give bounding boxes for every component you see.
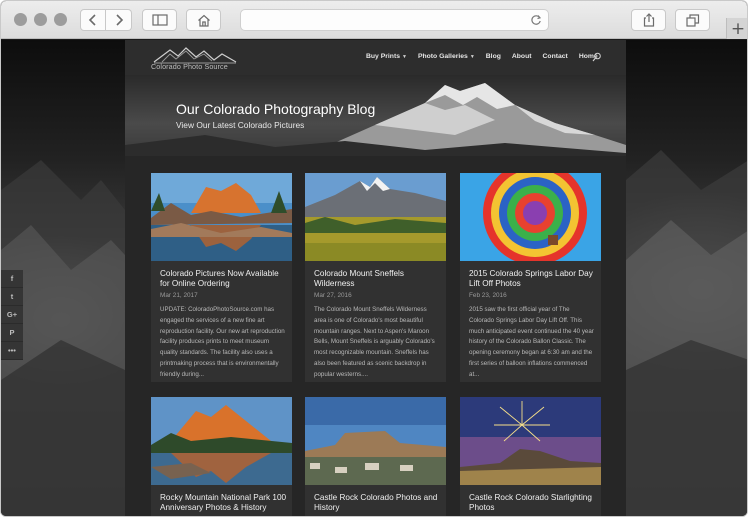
post-thumbnail[interactable] <box>305 397 446 485</box>
post-thumbnail[interactable] <box>151 397 292 485</box>
post-title[interactable]: Rocky Mountain National Park 100 Anniver… <box>160 493 288 513</box>
blog-post-card[interactable]: Rocky Mountain National Park 100 Anniver… <box>151 397 292 516</box>
blog-post-card[interactable]: Castle Rock Colorado Photos and History <box>305 397 446 516</box>
post-thumbnail[interactable] <box>460 397 601 485</box>
logo-text[interactable]: Colorado Photo Source <box>151 62 228 71</box>
google-plus-icon[interactable]: G+ <box>1 306 23 324</box>
chevron-down-icon: ▼ <box>469 54 475 60</box>
post-title[interactable]: Castle Rock Colorado Starlighting Photos <box>469 493 597 513</box>
nav-label: Photo Galleries <box>417 53 468 60</box>
back-button[interactable] <box>80 9 106 31</box>
post-title[interactable]: 2015 Colorado Springs Labor Day Lift Off… <box>469 269 597 289</box>
back-icon <box>88 14 96 26</box>
share-button[interactable] <box>631 9 666 31</box>
share-icon <box>643 13 654 27</box>
browser-toolbar <box>1 1 747 39</box>
more-share-icon[interactable]: ••• <box>1 342 23 360</box>
facebook-icon[interactable]: f <box>1 270 23 288</box>
chevron-down-icon: ▼ <box>402 54 407 60</box>
page-subtitle: View Our Latest Colorado Pictures <box>176 120 305 130</box>
page-viewport: Colorado Photo Source Buy Prints ▼ Photo … <box>1 40 747 516</box>
search-icon[interactable] <box>592 52 602 62</box>
page-title: Our Colorado Photography Blog <box>176 101 376 117</box>
nav-about[interactable]: About <box>512 53 532 60</box>
tabs-icon <box>685 13 699 27</box>
new-tab-button[interactable]: + <box>726 18 747 39</box>
post-excerpt: The Colorado Mount Sneffels Wilderness a… <box>314 306 435 378</box>
blog-hero-banner: Our Colorado Photography Blog View Our L… <box>125 75 626 156</box>
pinterest-icon[interactable]: P <box>1 324 23 342</box>
close-window-button[interactable] <box>14 13 27 26</box>
post-title[interactable]: Castle Rock Colorado Photos and History <box>314 493 442 513</box>
post-thumbnail[interactable] <box>305 173 446 261</box>
blog-post-card[interactable]: Colorado Pictures Now Available for Onli… <box>151 173 292 382</box>
forward-button[interactable] <box>106 9 132 31</box>
browser-window: + Colorado Photo Source Buy Prints ▼ Pho… <box>0 0 748 517</box>
home-icon <box>197 14 210 27</box>
site-container: Colorado Photo Source Buy Prints ▼ Photo … <box>125 40 626 516</box>
new-tab-icon: + <box>730 18 746 39</box>
nav-buy-prints[interactable]: Buy Prints ▼ <box>366 53 407 60</box>
sidebar-button[interactable] <box>142 9 177 31</box>
nav-photo-galleries[interactable]: Photo Galleries ▼ <box>418 53 475 60</box>
post-excerpt: UPDATE: ColoradoPhotoSource.com has enga… <box>160 306 285 378</box>
post-title[interactable]: Colorado Pictures Now Available for Onli… <box>160 269 288 289</box>
address-bar[interactable] <box>240 9 549 31</box>
tabs-overview-button[interactable] <box>675 9 710 31</box>
zoom-window-button[interactable] <box>54 13 67 26</box>
site-header: Colorado Photo Source Buy Prints ▼ Photo … <box>125 40 626 75</box>
post-date: Mar 21, 2017 <box>160 292 198 299</box>
post-excerpt: 2015 saw the first official year of The … <box>469 306 594 378</box>
forward-icon <box>115 14 123 26</box>
nav-label: Buy Prints <box>366 53 400 60</box>
blog-post-card[interactable]: 2015 Colorado Springs Labor Day Lift Off… <box>460 173 601 382</box>
twitter-icon[interactable]: t <box>1 288 23 306</box>
post-date: Mar 27, 2016 <box>314 292 352 299</box>
home-button[interactable] <box>186 9 221 31</box>
sidebar-icon <box>151 14 168 26</box>
nav-blog[interactable]: Blog <box>486 53 501 60</box>
main-navigation: Buy Prints ▼ Photo Galleries ▼ Blog About … <box>366 53 609 60</box>
social-share-bar: f t G+ P ••• <box>1 270 23 360</box>
blog-post-card[interactable]: Colorado Mount Sneffels Wilderness Mar 2… <box>305 173 446 382</box>
minimize-window-button[interactable] <box>34 13 47 26</box>
post-date: Feb 23, 2016 <box>469 292 507 299</box>
post-thumbnail[interactable] <box>460 173 601 261</box>
post-thumbnail[interactable] <box>151 173 292 261</box>
post-title[interactable]: Colorado Mount Sneffels Wilderness <box>314 269 442 289</box>
blog-post-card[interactable]: Castle Rock Colorado Starlighting Photos <box>460 397 601 516</box>
reload-icon[interactable] <box>530 14 542 26</box>
nav-contact[interactable]: Contact <box>543 53 568 60</box>
